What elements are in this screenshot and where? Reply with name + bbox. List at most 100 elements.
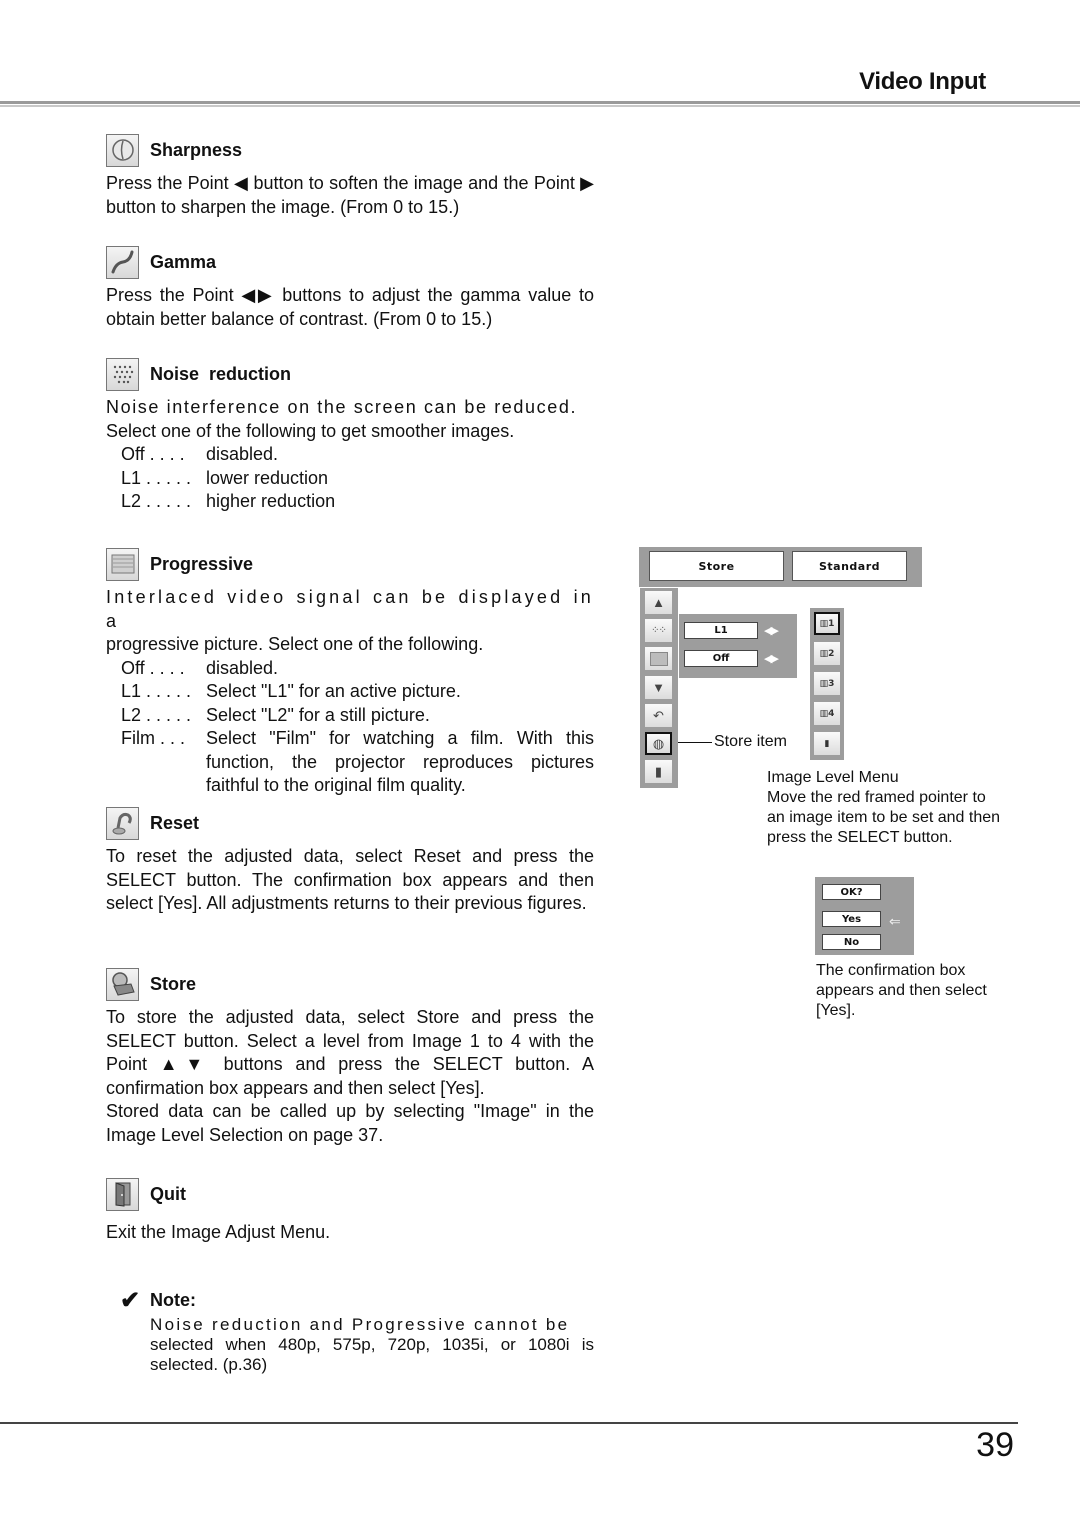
option-desc: lower reduction <box>206 467 329 488</box>
section-gamma: Gamma Press the Point ◀▶ buttons to adju… <box>106 245 594 331</box>
option-key: Film . . . <box>121 728 185 748</box>
option-key: L2 . . . . . <box>121 491 192 511</box>
noise-icon[interactable]: ⁘⁘ <box>645 619 672 642</box>
option-row: Off . . . . disabled. <box>106 657 594 681</box>
gamma-curve-icon <box>106 245 139 279</box>
noise-dots-icon <box>106 357 139 391</box>
option-row: L1 . . . . . lower reduction <box>106 467 594 491</box>
section-store: Store To store the adjusted data, select… <box>106 967 594 1147</box>
callout-line <box>678 742 712 743</box>
standard-button[interactable]: Standard <box>792 551 907 581</box>
yes-button[interactable]: Yes <box>822 911 881 927</box>
store-button[interactable]: Store <box>649 551 784 581</box>
section-text: To reset the adjusted data, select Reset… <box>106 846 594 913</box>
header-rule-secondary <box>0 105 1080 107</box>
section-title: Reset <box>150 812 200 833</box>
level-number: 4 <box>828 708 835 719</box>
footer-rule <box>0 1422 1018 1424</box>
option-key: L1 . . . . . <box>121 681 192 701</box>
sharpness-icon <box>106 133 139 167</box>
option-row: L2 . . . . . higher reduction <box>106 490 594 514</box>
image-level-caption: Image Level Menu Move the red framed poi… <box>767 768 1007 848</box>
pointer-arrow-icon: ⇐ <box>889 913 901 929</box>
down-arrow-icon[interactable]: ▼ <box>645 676 672 699</box>
image-level-1[interactable]: ▥ 1 <box>814 612 840 635</box>
section-title: Noise reduction <box>150 363 292 384</box>
option-desc: disabled. <box>206 444 279 464</box>
option-row: L1 . . . . . Select "L1" for an active pi… <box>106 680 594 704</box>
header-rule <box>0 101 1080 104</box>
image-level-2[interactable]: ▥ 2 <box>814 642 840 665</box>
quit-icon[interactable]: ▮ <box>645 760 672 783</box>
menu-icon-column: ▲ ⁘⁘ ▼ ↶ ◍ ▮ <box>640 588 678 788</box>
section-progressive: Progressive Interlaced video signal can … <box>106 547 594 798</box>
store-item-label: Store item <box>714 733 787 750</box>
section-text: Exit the Image Adjust Menu. <box>106 1222 331 1242</box>
option-key: L1 . . . . . <box>121 467 192 488</box>
progressive-screen-icon <box>106 547 139 581</box>
section-text: Noise interference on the screen can be … <box>106 397 578 417</box>
quit-icon[interactable]: ▮ <box>814 732 840 755</box>
section-text: Stored data can be called up by selectin… <box>106 1101 594 1145</box>
progressive-icon[interactable] <box>645 647 672 670</box>
section-title: Quit <box>150 1183 186 1204</box>
left-right-arrows-icon[interactable]: ◀▶ <box>764 624 779 637</box>
note-title: Note: <box>150 1290 196 1310</box>
option-desc: Select "Film" for watching a film. With … <box>206 728 594 795</box>
option-desc: higher reduction <box>206 491 336 511</box>
reset-icon[interactable]: ↶ <box>645 704 672 727</box>
section-title: Store <box>150 973 197 994</box>
option-row: Film . . . Select "Film" for watching a f… <box>106 727 594 798</box>
menu-top-bar: Store Standard <box>639 547 922 587</box>
section-text: To store the adjusted data, select Store… <box>106 1007 594 1098</box>
image-level-column: ▥ 1 ▥ 2 ▥ 3 ▥ 4 ▮ <box>810 608 844 760</box>
ok-prompt: OK? <box>822 884 881 900</box>
level-number: 3 <box>828 678 835 689</box>
section-title: Progressive <box>150 553 254 574</box>
option-key: Off . . . . <box>121 657 185 678</box>
quit-door-icon <box>106 1177 139 1211</box>
store-icon[interactable]: ◍ <box>645 732 672 755</box>
option-desc: Select "L2" for a still picture. <box>206 704 430 725</box>
section-quit: Quit Exit the Image Adjust Menu. <box>106 1177 594 1245</box>
caption-title: Image Level Menu <box>767 769 899 786</box>
section-title: Sharpness <box>150 139 243 160</box>
section-text: Press the Point ◀▶ buttons to adjust the… <box>106 285 594 329</box>
note-text: Noise reduction and Progressive cannot b… <box>150 1315 594 1375</box>
section-text: Interlaced video signal can be displayed… <box>106 587 594 631</box>
section-reset: Reset To reset the adjusted data, select… <box>106 806 594 916</box>
note-line: selected when 480p, 575p, 720p, 1035i, o… <box>150 1335 594 1374</box>
option-row: Off . . . . disabled. <box>106 443 594 467</box>
level-number: 2 <box>828 648 835 659</box>
section-text: Select one of the following to get smoot… <box>106 420 515 441</box>
confirmation-box: OK? Yes No ⇐ <box>815 877 914 955</box>
section-text: progressive picture. Select one of the f… <box>106 634 484 654</box>
note-line: Noise reduction and Progressive cannot b… <box>150 1315 570 1334</box>
noise-value-field[interactable]: L1 <box>684 622 758 639</box>
progressive-value-field[interactable]: Off <box>684 650 758 667</box>
no-button[interactable]: No <box>822 934 881 950</box>
note-box: ✔ Note: Noise reduction and Progressive … <box>120 1286 594 1375</box>
option-desc: Select "L1" for an active picture. <box>206 681 461 701</box>
option-row: L2 . . . . . Select "L2" for a still pict… <box>106 704 594 728</box>
header-title: Video Input <box>859 68 986 95</box>
store-icon <box>106 967 139 1001</box>
section-text: Press the Point ◀ button to soften the i… <box>106 173 594 217</box>
sharpness-icon[interactable]: ▲ <box>645 591 672 614</box>
checkmark-icon: ✔ <box>120 1287 141 1314</box>
page-number: 39 <box>976 1426 1014 1464</box>
section-title: Gamma <box>150 251 217 272</box>
menu-value-panel: L1 ◀▶ Off ◀▶ <box>679 614 797 678</box>
option-key: Off . . . . <box>121 444 185 464</box>
left-right-arrows-icon[interactable]: ◀▶ <box>764 652 779 665</box>
option-desc: disabled. <box>206 657 279 678</box>
image-level-3[interactable]: ▥ 3 <box>814 672 840 695</box>
caption-text: Move the red framed pointer to an image … <box>767 789 1001 846</box>
level-number: 1 <box>828 618 835 629</box>
image-level-4[interactable]: ▥ 4 <box>814 702 840 725</box>
section-sharpness: Sharpness Press the Point ◀ button to so… <box>106 133 594 219</box>
confirmation-caption: The confirmation box appears and then se… <box>816 962 987 1019</box>
reset-arrow-icon <box>106 806 139 840</box>
section-noise-reduction: Noise reduction Noise interference on th… <box>106 357 594 514</box>
option-key: L2 . . . . . <box>121 704 192 725</box>
